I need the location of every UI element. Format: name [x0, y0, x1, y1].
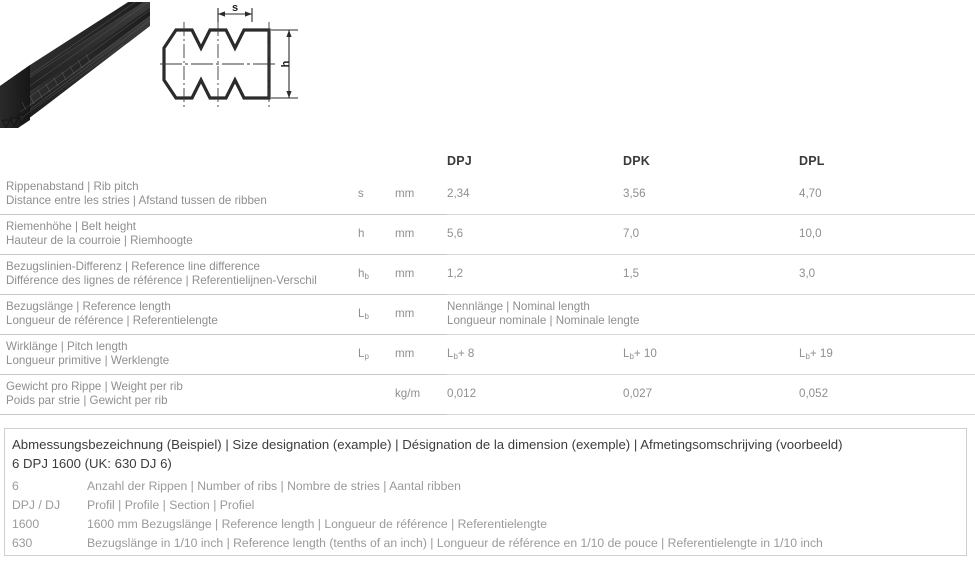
cell-dpl: 0,052 — [799, 387, 829, 400]
row-description: Bezugslänge | Reference length Longueur … — [6, 300, 218, 327]
dimension-label-h: h — [280, 60, 292, 67]
cell-dpk: 0,027 — [623, 387, 653, 400]
list-item: 630 Bezugslänge in 1/10 inch | Reference… — [12, 534, 966, 553]
row-description: Rippenabstand | Rib pitch Distance entre… — [6, 180, 267, 207]
column-header-dpk: DPK — [623, 154, 650, 168]
table-row: Gewicht pro Rippe | Weight per rib Poids… — [0, 375, 975, 414]
legend-item-key: 630 — [12, 536, 33, 550]
row-description: Wirklänge | Pitch length Longueur primit… — [6, 340, 170, 367]
cell-dpl: 10,0 — [799, 227, 822, 240]
legend-item-description: Bezugslänge in 1/10 inch | Reference len… — [87, 536, 823, 550]
cell-dpk: 3,56 — [623, 187, 646, 200]
row-symbol: s — [358, 187, 364, 200]
legend-item-key: 1600 — [12, 517, 40, 531]
cell-dpj: 1,2 — [447, 267, 464, 280]
table-row: Rippenabstand | Rib pitch Distance entre… — [0, 175, 975, 213]
legend-item-list: 6 Anzahl der Rippen | Number of ribs | N… — [5, 472, 966, 553]
row-symbol: hb — [358, 266, 369, 282]
row-description: Bezugslinien-Differenz | Reference line … — [6, 260, 317, 287]
list-item: 1600 1600 mm Bezugslänge | Reference len… — [12, 515, 966, 534]
row-symbol — [358, 375, 395, 414]
row-unit: mm — [395, 187, 415, 200]
cell-spanning-note: Nennlänge | Nominal length Longueur nomi… — [447, 300, 640, 327]
row-symbol: Lp — [358, 346, 369, 362]
row-unit: kg/m — [395, 387, 421, 400]
column-header-dpl: DPL — [799, 154, 825, 168]
cell-dpk: Lb+ 10 — [623, 346, 657, 362]
legend-title: Abmessungsbezeichnung (Beispiel) | Size … — [12, 437, 843, 452]
cell-dpk: 7,0 — [623, 227, 640, 240]
legend-item-description: 1600 mm Bezugslänge | Reference length |… — [87, 517, 548, 531]
cell-dpl: 4,70 — [799, 187, 822, 200]
symbol-subscript: p — [364, 352, 369, 361]
row-symbol: h — [358, 227, 365, 240]
table-row: Wirklänge | Pitch length Longueur primit… — [0, 335, 975, 374]
legend-item-description: Anzahl der Rippen | Number of ribs | Nom… — [87, 479, 461, 493]
cell-dpj: 0,012 — [447, 387, 477, 400]
v-ribbed-belt-photo — [0, 2, 151, 128]
cell-dpk: 1,5 — [623, 267, 640, 280]
row-symbol: Lb — [358, 306, 369, 322]
column-header-dpj: DPJ — [447, 154, 472, 168]
table-header-row: DPJ DPK DPL — [0, 128, 975, 175]
legend-example-code: 6 DPJ 1600 (UK: 630 DJ 6) — [12, 456, 172, 471]
legend-item-key: DPJ / DJ — [12, 498, 61, 512]
header-description — [0, 128, 358, 175]
row-description: Gewicht pro Rippe | Weight per rib Poids… — [6, 380, 183, 407]
specification-table: DPJ DPK DPL Rippenabstand | Rib pitch Di… — [0, 128, 975, 415]
table-row: Bezugslinien-Differenz | Reference line … — [0, 255, 975, 294]
legend-item-key: 6 — [12, 479, 19, 493]
row-unit: mm — [395, 347, 415, 360]
cell-dpl: 3,0 — [799, 267, 816, 280]
belt-cross-section-diagram: s h — [160, 2, 298, 108]
header-symbol — [358, 128, 395, 175]
legend-item-description: Profil | Profile | Section | Profiel — [87, 498, 255, 512]
figure-area: s h — [0, 0, 975, 128]
row-unit: mm — [395, 227, 415, 240]
dimension-label-s: s — [232, 2, 238, 14]
row-unit: mm — [395, 307, 415, 320]
list-item: DPJ / DJ Profil | Profile | Section | Pr… — [12, 496, 966, 515]
row-unit: mm — [395, 267, 415, 280]
symbol-subscript: b — [364, 272, 369, 281]
cell-dpj: Lb+ 8 — [447, 346, 475, 362]
header-unit — [395, 128, 447, 175]
row-description: Riemenhöhe | Belt height Hauteur de la c… — [6, 220, 193, 247]
symbol-subscript: b — [364, 312, 369, 321]
cell-dpj: 2,34 — [447, 187, 470, 200]
cell-dpj: 5,6 — [447, 227, 464, 240]
row-separator — [0, 413, 975, 415]
list-item: 6 Anzahl der Rippen | Number of ribs | N… — [12, 477, 966, 496]
cell-dpl: Lb+ 19 — [799, 346, 833, 362]
size-designation-box: Abmessungsbezeichnung (Beispiel) | Size … — [4, 428, 967, 556]
table-row: Riemenhöhe | Belt height Hauteur de la c… — [0, 215, 975, 254]
table-row: Bezugslänge | Reference length Longueur … — [0, 295, 975, 334]
